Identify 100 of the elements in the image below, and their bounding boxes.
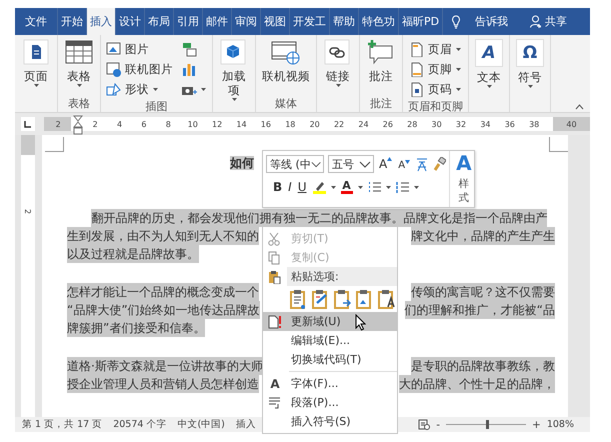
caret-icon [412,184,420,190]
menu-item[interactable]: A 字体(F)... [263,374,397,393]
glyph-icon: Ω [516,39,544,67]
chevron-down-icon [310,160,321,168]
ruler-number: 18 [284,120,296,128]
group-label: 批注 [369,96,393,112]
highlighter-icon[interactable] [312,180,326,194]
picture-globe-icon [106,62,122,76]
ribbon-button[interactable]: 批注 [365,39,397,83]
menu-item[interactable]: 段落(P)... [263,393,397,412]
crop-mark [549,137,568,152]
ribbon-button[interactable]: A 文本 [474,39,504,92]
body-text: 道格·斯蒂文森就是一位讲故事的大师 [67,357,263,375]
copy-icon [268,250,282,264]
ribbon-button[interactable]: Ω 符号 [515,39,545,92]
ribbon-button[interactable]: 联机图片 [106,59,173,79]
ribbon-button[interactable]: 形状 [106,79,173,99]
ribbon-button[interactable]: 加载项 [218,39,250,105]
ruler-number: 34 [479,120,492,128]
underline-button[interactable]: U [296,180,308,194]
smartart-icon [181,42,197,56]
picture-icon [106,42,122,56]
ribbon-tab[interactable]: 插入 [87,8,116,35]
tell-me-button[interactable]: 告诉我 [469,13,514,30]
menu-item[interactable]: 更新域(U) [263,312,397,331]
ruler-number: 2 [54,120,62,128]
font-color-button[interactable]: A [340,180,352,194]
chevron-down-icon [359,160,371,168]
phonetic-guide-icon[interactable] [415,156,430,172]
ruler-number: 2 [24,208,32,214]
shrink-font-button[interactable]: A [397,157,412,171]
grow-font-button[interactable]: A [378,157,394,171]
zoom-level[interactable]: 108% [546,419,574,430]
body-text: 生到发展，由不为人知到无人不知的 [67,227,259,245]
menu-item[interactable]: 编辑域(E)... [263,331,397,350]
ribbon-button[interactable]: 页脚 [409,59,462,79]
header-page-icon [409,42,425,56]
ruler-number: 24 [357,120,370,128]
menu-item[interactable]: 插入符号(S) [263,412,397,431]
italic-button[interactable]: I [287,180,293,194]
bold-button[interactable]: B [272,180,284,194]
ribbon-button[interactable]: 表格 [63,39,95,91]
zoom-slider-thumb[interactable] [486,420,490,429]
font-size-dropdown[interactable]: 五号 [328,155,374,173]
body-text: 传颂的寓言呢？这不仅需要 [411,283,555,301]
paste-keep-format-icon[interactable] [289,289,307,309]
ruler-number: 12 [211,120,224,128]
caret-up-icon [387,157,392,161]
paste-text-only-icon[interactable] [377,289,395,309]
group-label: 页眉和页脚 [408,99,463,114]
ribbon-button[interactable]: 联机视频 [261,39,311,83]
body-text: “品牌大使”们始终如一地传达品牌故 [67,301,260,319]
zoom-in-button[interactable]: + [532,418,541,430]
ribbon-button[interactable]: 页眉 [409,39,462,59]
group-label: 插图 [144,99,168,114]
zoom-out-button[interactable]: - [436,418,440,430]
ribbon-button[interactable]: 页面 [20,39,52,91]
lightbulb-icon [451,14,462,28]
page-number-icon [409,82,425,96]
ribbon-button[interactable]: 链接 [322,39,354,91]
ruler-number: 32 [454,120,468,128]
ruler-number: 30 [430,120,443,128]
collapse-ribbon-icon[interactable] [575,104,584,110]
document-icon [21,39,51,66]
status-text: 中文(中国) [177,418,225,431]
ruler-number: 22 [332,120,346,128]
ruler-margin [21,135,35,155]
paste-merge-format-icon[interactable] [311,289,329,309]
ruler-number: 28 [406,120,418,128]
styles-button[interactable]: A 样式 [449,151,478,207]
ruler-number: 16 [260,120,272,128]
document-exclamation-icon [268,314,282,328]
group-label: 表格 [67,96,91,112]
body-text: 牌文化中，品牌的产生产生 [411,227,555,245]
body-text: 大的品牌、个性十足的品牌， [399,375,555,393]
ribbon-button[interactable]: 图片 [106,39,173,59]
body-text: 以及过程就是品牌故事。 [67,245,199,263]
indent-marker-icon[interactable] [73,115,83,135]
paste-picture-icon[interactable] [355,289,373,309]
tab-stop-icon[interactable] [24,120,32,128]
body-text: 怎样才能让一个品牌的概念变成一个 [67,283,259,301]
bar-chart-icon [181,62,197,76]
ruler-number: 2 [92,120,99,128]
ruler-number: 6 [140,120,148,128]
bullet-list-icon[interactable] [368,181,380,193]
ruler-number: 36 [504,120,516,128]
body-text: 是专职的品牌故事教练，教 [411,357,555,375]
shapes-icon [106,82,122,96]
font-name-dropdown[interactable]: 等线 (中 [266,155,324,173]
caret-icon [356,184,364,190]
menu-section-header: 粘贴选项: [287,267,397,286]
format-painter-icon[interactable] [433,157,446,171]
ribbon-button[interactable]: 页码 [409,79,462,99]
page-layout-icon[interactable] [418,419,430,430]
numbered-list-icon[interactable] [396,181,408,193]
share-button[interactable]: 共享 [524,13,574,30]
menu-item[interactable]: 切换域代码(T) [263,350,397,369]
video-globe-icon [271,39,301,66]
glyph-icon: A [270,376,280,390]
ruler-number: 38 [528,120,540,128]
